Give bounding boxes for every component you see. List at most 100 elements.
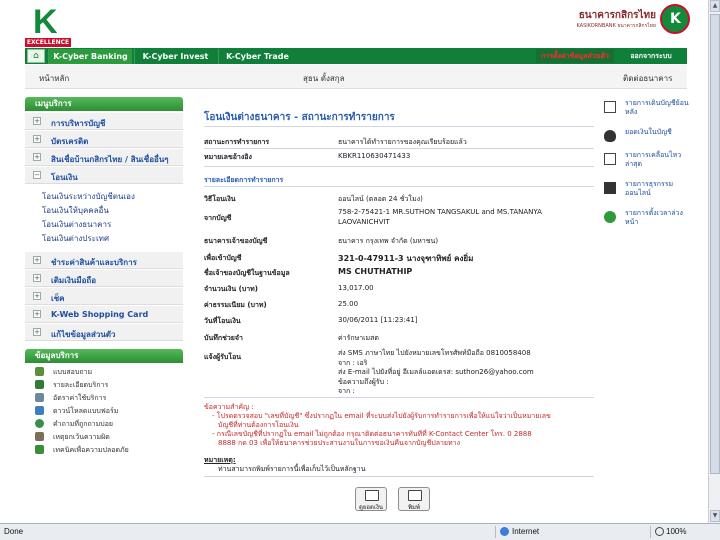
info-item-faq[interactable]: คำถามที่ถูกถามบ่อย xyxy=(25,417,183,430)
home-icon[interactable]: ⌂ xyxy=(27,49,45,63)
expand-icon: + xyxy=(33,153,41,161)
sidebar-item-label: โอนเงิน xyxy=(51,173,78,182)
kbank-logo[interactable]: K EXCELLENCE xyxy=(25,3,71,47)
sidebar-item-transfer[interactable]: − โอนเงิน xyxy=(25,167,183,184)
globe-icon xyxy=(500,527,509,536)
download-icon xyxy=(35,406,44,415)
divider xyxy=(204,126,594,127)
logout-link[interactable]: ออกจากระบบ xyxy=(617,49,685,63)
sidebar-item-label: ชำระค่าสินค้าและบริการ xyxy=(51,258,137,267)
browser-status-bar: Done Internet 100% xyxy=(0,523,720,540)
k-logo-icon: K xyxy=(33,3,58,41)
sidebar-item-credit-card[interactable]: + บัตรเครดิต xyxy=(25,131,183,148)
zoom-icon[interactable] xyxy=(655,527,664,536)
sidebar-item-label: การบริหารบัญชี xyxy=(51,119,106,128)
home-link[interactable]: หน้าหลัก xyxy=(39,72,69,85)
right-link-balance[interactable]: ยอดเงินในบัญชี xyxy=(604,128,694,142)
fee-value: 25.00 xyxy=(338,300,359,308)
account-name-label: ชื่อเจ้าของบัญชีในฐานข้อมูล xyxy=(204,269,290,277)
status-label: สถานะการทำรายการ xyxy=(204,138,270,146)
expand-icon: + xyxy=(33,328,41,336)
sidebar-item-cheque[interactable]: + เช็ค xyxy=(25,288,183,305)
expand-icon: + xyxy=(33,274,41,282)
right-link-label: รายการเดินบัญชีย้อนหลัง xyxy=(625,99,689,116)
status-value: ธนาคารได้ทำรายการของคุณเรียบร้อยแล้ว xyxy=(338,138,467,146)
sidebar-sub-interbank[interactable]: โอนเงินต่างธนาคาร xyxy=(42,218,111,231)
vertical-scrollbar[interactable]: ▲ ▼ xyxy=(708,0,720,523)
right-link-scheduled[interactable]: รายการตั้งเวลาล่วงหน้า xyxy=(604,209,694,229)
info-item-service-details[interactable]: รายละเอียดบริการ xyxy=(25,378,183,391)
divider xyxy=(204,166,594,167)
monitor-icon xyxy=(604,182,616,194)
money-bag-icon xyxy=(604,130,616,142)
bank-name-english: KASIKORNBANK ธนาคารกสิกรไทย xyxy=(576,23,656,29)
sidebar-item-label: บัตรเครดิต xyxy=(51,137,89,146)
sidebar-item-edit-profile[interactable]: + แก้ไขข้อมูลส่วนตัว xyxy=(25,324,183,341)
sidebar-item-shopping-card[interactable]: + K-Web Shopping Card xyxy=(25,306,183,323)
sidebar-item-label: เช็ค xyxy=(51,294,65,303)
info-item-label: คำถามที่ถูกถามบ่อย xyxy=(53,420,114,428)
tab-k-cyber-banking[interactable]: K-Cyber Banking xyxy=(48,49,132,64)
print-button[interactable]: พิมพ์ xyxy=(398,487,430,511)
sidebar-sub-overseas[interactable]: โอนเงินต่างประเทศ xyxy=(42,232,109,245)
collapse-icon: − xyxy=(33,171,41,179)
right-link-label: รายการตั้งเวลาล่วงหน้า xyxy=(625,209,683,226)
tab-k-cyber-invest[interactable]: K-Cyber Invest xyxy=(134,49,216,64)
info-item-survey[interactable]: แบบสอบถาม xyxy=(25,365,183,378)
info-item-label: แบบสอบถาม xyxy=(53,368,93,376)
right-link-label: ยอดเงินในบัญชี xyxy=(625,128,672,136)
star-icon xyxy=(35,380,44,389)
info-item-label: เทคนิคเพื่อความปลอดภัย xyxy=(53,446,129,454)
ref-label: หมายเลขอ้างอิง xyxy=(204,153,252,161)
divider xyxy=(204,476,594,477)
info-item-fees[interactable]: อัตราค่าใช้บริการ xyxy=(25,391,183,404)
scroll-thumb[interactable] xyxy=(710,14,720,474)
scroll-up-arrow-icon[interactable]: ▲ xyxy=(710,0,720,12)
balance-icon xyxy=(365,490,379,501)
right-link-label: รายการธุรกรรมออนไลน์ xyxy=(625,180,674,197)
right-link-recent-activity[interactable]: รายการเคลื่อนไหวล่าสุด xyxy=(604,151,694,171)
bank-label: ธนาคารเจ้าของบัญชี xyxy=(204,237,268,245)
divider xyxy=(204,397,594,398)
gavel-icon xyxy=(35,432,44,441)
expand-icon: + xyxy=(33,117,41,125)
memo-value: ค่ารักษาเมสต xyxy=(338,334,379,342)
sidebar-sub-own-account[interactable]: โอนเงินระหว่างบัญชีตนเอง xyxy=(42,190,135,203)
tab-k-cyber-trade[interactable]: K-Cyber Trade xyxy=(218,49,296,64)
info-item-label: รายละเอียดบริการ xyxy=(53,381,109,389)
sidebar-item-label: K-Web Shopping Card xyxy=(51,310,149,319)
scroll-down-arrow-icon[interactable]: ▼ xyxy=(710,510,720,522)
sidebar-item-mobile-topup[interactable]: + เติมเงินมือถือ xyxy=(25,270,183,287)
sidebar-item-loans[interactable]: + สินเชื่อบ้านกสิกรไทย / สินเชื่ออื่นๆ xyxy=(25,149,183,166)
clock-icon xyxy=(604,211,616,223)
contact-bank-link[interactable]: ติดต่อธนาคาร xyxy=(623,72,672,85)
user-name: สุธน ตั้งสกุล xyxy=(303,74,345,83)
to-account-value: 321-0-47911-3 นางจุฑาทิพย์ คงยิ่ม xyxy=(338,254,474,263)
browser-page: K EXCELLENCE ธนาคารกสิกรไทย KASIKORNBANK… xyxy=(0,0,708,523)
info-item-label: เหตุยกเว้นความผิด xyxy=(53,433,110,441)
expand-icon: + xyxy=(33,310,41,318)
sidebar-sub-third-party[interactable]: โอนเงินให้บุคคลอื่น xyxy=(42,204,109,217)
sidebar-item-account-management[interactable]: + การบริหารบัญชี xyxy=(25,113,183,130)
divider xyxy=(650,526,651,538)
sidebar-item-bill-payment[interactable]: + ชำระค่าสินค้าและบริการ xyxy=(25,252,183,269)
service-menu-header: เมนูบริการ xyxy=(25,97,183,111)
button-label: พิมพ์ xyxy=(408,504,420,511)
printer-icon xyxy=(408,490,422,501)
info-item-security-tips[interactable]: เทคนิคเพื่อความปลอดภัย xyxy=(25,443,183,456)
profile-settings-link[interactable]: การตั้งค่าข้อมูลส่วนตัว xyxy=(536,49,614,63)
notice-line-4: 8888 กด 03 เพื่อให้ธนาคารช่วยประสานงานใน… xyxy=(218,439,460,447)
divider xyxy=(204,186,594,187)
sub-bar: หน้าหลัก สุธน ตั้งสกุล ติดต่อธนาคาร xyxy=(25,65,687,89)
info-item-disclaimer[interactable]: เหตุยกเว้นความผิด xyxy=(25,430,183,443)
zoom-level[interactable]: 100% xyxy=(666,527,686,536)
view-balance-button[interactable]: ดูยอดเงิน xyxy=(355,487,387,511)
from-account-value-cont: LAOVANICHVIT xyxy=(338,218,390,226)
date-value: 30/06/2011 [11:23:41] xyxy=(338,316,418,324)
lock-icon xyxy=(35,445,44,454)
security-zone: Internet xyxy=(512,527,540,536)
info-item-download-forms[interactable]: ดาวน์โหลดแบบฟอร์ม xyxy=(25,404,183,417)
right-link-online-transactions[interactable]: รายการธุรกรรมออนไลน์ xyxy=(604,180,694,200)
sidebar-item-label: เติมเงินมือถือ xyxy=(51,276,97,285)
right-link-statement[interactable]: รายการเดินบัญชีย้อนหลัง xyxy=(604,99,694,119)
